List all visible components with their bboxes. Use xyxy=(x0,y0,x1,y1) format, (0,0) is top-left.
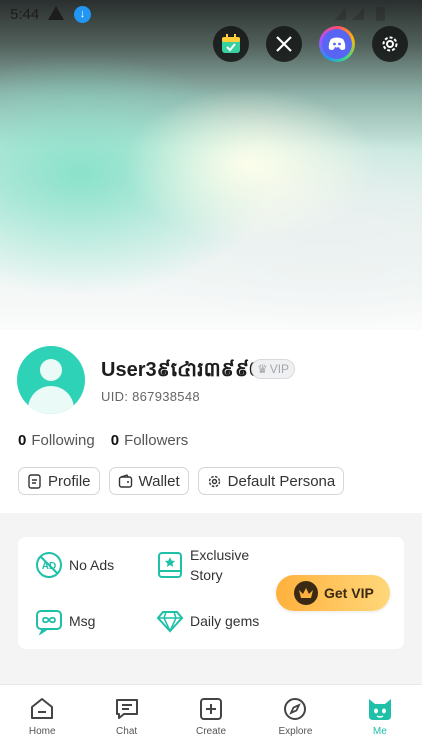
default-persona-label: Default Persona xyxy=(227,472,336,490)
avatar-head-shape xyxy=(40,359,62,381)
download-icon: ↓ xyxy=(74,6,91,23)
settings-gear-icon xyxy=(382,36,398,52)
no-ads-label: No Ads xyxy=(69,557,115,573)
wallet-icon xyxy=(118,473,132,488)
infinite-message-icon xyxy=(35,607,63,635)
home-icon xyxy=(31,698,54,719)
tab-explore-label: Explore xyxy=(278,726,313,737)
perk-no-ads: AD No Ads xyxy=(35,551,114,579)
perk-msg: Msg xyxy=(35,607,95,635)
tab-create[interactable]: Create xyxy=(169,685,253,751)
profile-button-label: Profile xyxy=(48,472,91,490)
no-ads-icon: AD xyxy=(35,551,63,579)
avatar[interactable] xyxy=(17,346,85,414)
profile-button[interactable]: Profile xyxy=(18,467,100,495)
perk-exclusive-story: Exclusive Story xyxy=(156,545,260,585)
default-persona-button[interactable]: Default Persona xyxy=(197,467,345,495)
following-count: 0 xyxy=(18,432,27,449)
vip-status-badge: ♛ VIP xyxy=(251,359,295,379)
exclusive-story-label: Exclusive Story xyxy=(190,547,250,583)
discord-icon xyxy=(322,29,352,59)
followers-stat[interactable]: 0 Followers xyxy=(111,432,189,449)
tab-me[interactable]: Me xyxy=(338,685,422,751)
crown-icon: ♛ xyxy=(256,362,268,376)
daily-gems-label: Daily gems xyxy=(190,613,260,629)
document-icon xyxy=(28,473,41,489)
calendar-check-icon xyxy=(222,34,240,53)
user-id: UID: 867938548 xyxy=(101,389,200,404)
tab-chat-label: Chat xyxy=(116,726,138,737)
top-icon-row xyxy=(213,26,408,62)
gear-icon xyxy=(208,475,220,487)
wallet-button[interactable]: Wallet xyxy=(108,467,189,495)
follow-stats: 0 Following 0 Followers xyxy=(18,432,188,449)
msg-label: Msg xyxy=(69,613,96,629)
followers-label: Followers xyxy=(124,432,189,449)
exclusive-story-icon xyxy=(156,551,184,579)
settings-button[interactable] xyxy=(372,26,408,62)
chat-icon xyxy=(115,699,138,719)
avatar-body-shape xyxy=(28,386,74,414)
tab-home[interactable]: Home xyxy=(0,685,84,751)
tab-me-label: Me xyxy=(372,726,387,737)
tab-chat[interactable]: Chat xyxy=(84,685,168,751)
tab-create-label: Create xyxy=(196,726,227,737)
diamond-icon xyxy=(156,607,184,635)
profile-actions: Profile Wallet Default Persona xyxy=(18,467,345,495)
x-social-button[interactable] xyxy=(266,26,302,62)
followers-count: 0 xyxy=(110,432,120,449)
perk-daily-gems: Daily gems xyxy=(156,607,259,635)
discord-button[interactable] xyxy=(319,26,355,62)
signal-battery-icon xyxy=(334,7,385,21)
following-label: Following xyxy=(31,432,95,449)
calendar-check-button[interactable] xyxy=(213,26,249,62)
x-logo-icon xyxy=(276,36,292,52)
compass-icon xyxy=(284,698,307,720)
get-vip-button[interactable]: Get VIP xyxy=(276,575,390,611)
wallet-button-label: Wallet xyxy=(138,472,180,490)
following-stat[interactable]: 0 Following xyxy=(18,432,95,449)
crown-icon xyxy=(294,581,318,605)
tab-home-label: Home xyxy=(28,726,56,737)
plus-square-icon xyxy=(200,698,223,720)
bottom-tab-bar: Home Chat Create Explore Me xyxy=(0,684,422,751)
vip-badge-label: VIP xyxy=(269,362,290,376)
status-time: 5:44 xyxy=(10,6,40,23)
username: User3៩៤ោរ៣៩៩0 xyxy=(101,359,261,381)
get-vip-label: Get VIP xyxy=(324,585,374,601)
cat-mascot-icon xyxy=(368,699,391,720)
tab-explore[interactable]: Explore xyxy=(253,685,337,751)
warning-icon xyxy=(48,6,64,20)
